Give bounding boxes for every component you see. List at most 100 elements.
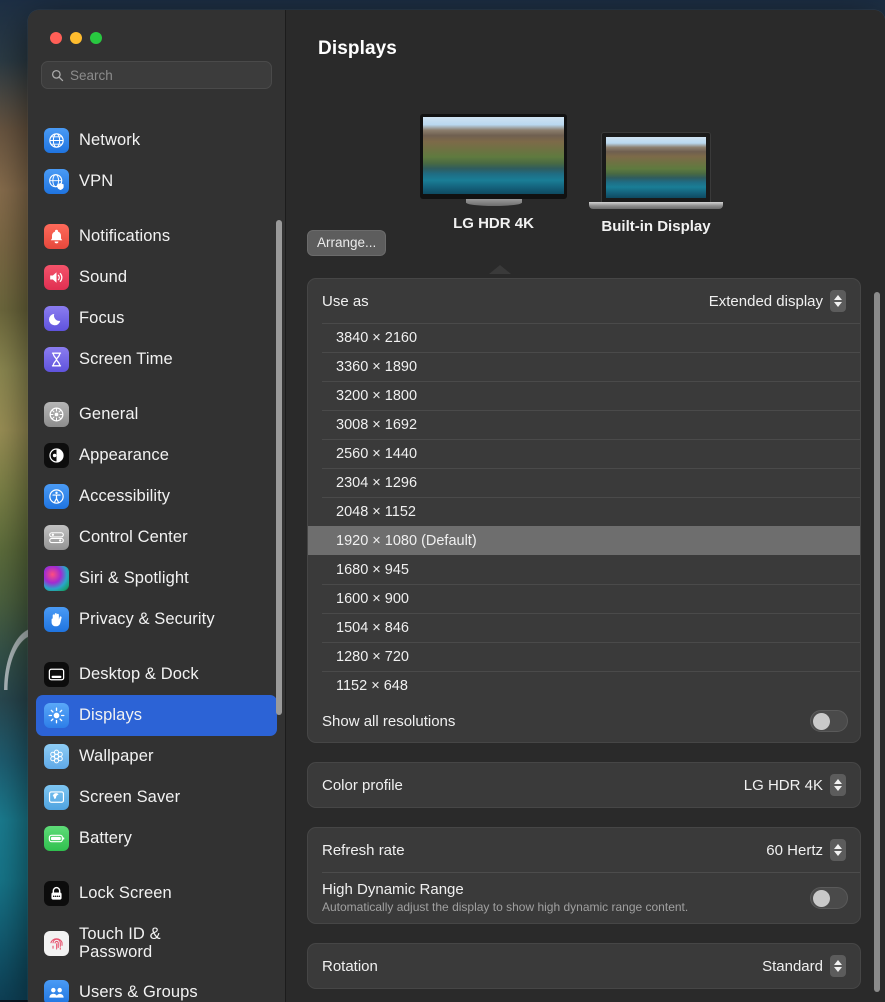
sidebar-item-appearance[interactable]: Appearance (36, 435, 277, 476)
resolution-option[interactable]: 1280 × 720 (308, 642, 860, 671)
sidebar-item-network[interactable]: Network (36, 120, 277, 161)
external-monitor-stand (466, 199, 522, 206)
color-profile-row[interactable]: Color profile LG HDR 4K (308, 763, 860, 807)
sidebar-item-label: Screen Time (79, 350, 173, 368)
settings-content-scroll[interactable]: Use as Extended display 3840 × 21603360 … (286, 278, 885, 1002)
display-picker: Arrange... LG HDR 4K Built-in Display (286, 110, 885, 270)
show-all-resolutions-toggle[interactable] (810, 710, 848, 732)
sliders-icon (44, 525, 69, 550)
hdr-label: High Dynamic Range (322, 881, 688, 898)
hdr-toggle[interactable] (810, 887, 848, 909)
lock-icon (44, 881, 69, 906)
sidebar-item-control-center[interactable]: Control Center (36, 517, 277, 558)
sidebar-item-lock-screen[interactable]: Lock Screen (36, 873, 277, 914)
resolution-option[interactable]: 2560 × 1440 (308, 439, 860, 468)
use-as-value-group[interactable]: Extended display (709, 290, 846, 312)
sidebar-item-touch-id-password[interactable]: Touch ID & Password (36, 914, 277, 972)
sidebar-item-displays[interactable]: Displays (36, 695, 277, 736)
sidebar-item-screen-saver[interactable]: Screen Saver (36, 777, 277, 818)
sidebar-item-label: Battery (79, 829, 132, 847)
resolution-option[interactable]: 3840 × 2160 (308, 323, 860, 352)
gear-icon (44, 402, 69, 427)
bell-icon (44, 224, 69, 249)
refresh-rate-value: 60 Hertz (766, 842, 823, 859)
sidebar-item-label: Notifications (79, 227, 170, 245)
sidebar-item-vpn[interactable]: VPN (36, 161, 277, 202)
speaker-icon (44, 265, 69, 290)
resolution-option[interactable]: 1504 × 846 (308, 613, 860, 642)
hand-icon (44, 607, 69, 632)
sidebar-item-users-groups[interactable]: Users & Groups (36, 972, 277, 1002)
color-profile-card: Color profile LG HDR 4K (307, 762, 861, 808)
desktop-dock-icon (44, 662, 69, 687)
resolution-option[interactable]: 3360 × 1890 (308, 352, 860, 381)
chevron-updown-icon[interactable] (830, 955, 846, 977)
color-profile-value-group[interactable]: LG HDR 4K (744, 774, 846, 796)
sidebar-item-label: Accessibility (79, 487, 170, 505)
search-box[interactable] (41, 61, 272, 89)
selected-display-caret-icon (489, 265, 511, 274)
sidebar-item-privacy-security[interactable]: Privacy & Security (36, 599, 277, 640)
hdr-row[interactable]: High Dynamic Range Automatically adjust … (308, 872, 860, 923)
use-as-row[interactable]: Use as Extended display (308, 279, 860, 323)
sidebar-item-battery[interactable]: Battery (36, 818, 277, 859)
resolution-option[interactable]: 1920 × 1080 (Default) (308, 526, 860, 555)
arrange-button[interactable]: Arrange... (307, 230, 386, 256)
display-thumbnail-external[interactable]: LG HDR 4K (411, 114, 576, 232)
rotation-label: Rotation (322, 958, 378, 975)
resolution-option[interactable]: 1680 × 945 (308, 555, 860, 584)
sidebar-item-accessibility[interactable]: Accessibility (36, 476, 277, 517)
sidebar-item-notifications[interactable]: Notifications (36, 216, 277, 257)
color-profile-label: Color profile (322, 777, 403, 794)
sidebar-item-siri-spotlight[interactable]: Siri & Spotlight (36, 558, 277, 599)
main-scrollbar-thumb[interactable] (874, 292, 880, 992)
resolution-option[interactable]: 1152 × 648 (308, 671, 860, 700)
sidebar-item-focus[interactable]: Focus (36, 298, 277, 339)
show-all-resolutions-row[interactable]: Show all resolutions (308, 700, 860, 742)
builtin-display-screen (606, 137, 706, 198)
users-icon (44, 980, 69, 1002)
battery-icon (44, 826, 69, 851)
sidebar-item-label: Displays (79, 706, 142, 724)
display-name-builtin: Built-in Display (576, 218, 736, 235)
rotation-value-group[interactable]: Standard (762, 955, 846, 977)
window-controls (28, 10, 285, 44)
display-thumbnail-builtin[interactable]: Built-in Display (576, 132, 736, 235)
color-profile-value: LG HDR 4K (744, 777, 823, 794)
search-input[interactable] (70, 68, 271, 83)
resolution-option[interactable]: 2304 × 1296 (308, 468, 860, 497)
refresh-hdr-card: Refresh rate 60 Hertz High Dynamic Range… (307, 827, 861, 924)
resolution-option[interactable]: 2048 × 1152 (308, 497, 860, 526)
chevron-updown-icon[interactable] (830, 774, 846, 796)
refresh-rate-value-group[interactable]: 60 Hertz (766, 839, 846, 861)
wallpaper-flower-icon (44, 744, 69, 769)
chevron-updown-icon[interactable] (830, 290, 846, 312)
zoom-button[interactable] (90, 32, 102, 44)
hdr-description: Automatically adjust the display to show… (322, 900, 688, 914)
refresh-rate-label: Refresh rate (322, 842, 405, 859)
sidebar-item-sound[interactable]: Sound (36, 257, 277, 298)
refresh-rate-row[interactable]: Refresh rate 60 Hertz (308, 828, 860, 872)
resolution-option[interactable]: 1600 × 900 (308, 584, 860, 613)
sidebar-item-screen-time[interactable]: Screen Time (36, 339, 277, 380)
rotation-row[interactable]: Rotation Standard (308, 944, 860, 988)
external-monitor-bezel (420, 114, 567, 199)
sidebar-item-label: Focus (79, 309, 124, 327)
resolution-option[interactable]: 3200 × 1800 (308, 381, 860, 410)
chevron-updown-icon[interactable] (830, 839, 846, 861)
siri-orb-icon (44, 566, 69, 591)
sidebar-item-general[interactable]: General (36, 394, 277, 435)
resolution-list[interactable]: 3840 × 21603360 × 18903200 × 18003008 × … (308, 323, 860, 700)
close-button[interactable] (50, 32, 62, 44)
sidebar-group-2: GeneralAppearance Accessibility Control Ce… (36, 394, 277, 654)
resolution-option[interactable]: 3008 × 1692 (308, 410, 860, 439)
builtin-display-base (589, 202, 723, 209)
use-as-value: Extended display (709, 293, 823, 310)
minimize-button[interactable] (70, 32, 82, 44)
sidebar-scroll-area[interactable]: NetworkVPN Notifications Sound Focus Screen … (28, 108, 285, 1002)
sidebar-item-wallpaper[interactable]: Wallpaper (36, 736, 277, 777)
brightness-icon (44, 703, 69, 728)
rotation-card: Rotation Standard (307, 943, 861, 989)
sidebar-item-desktop-dock[interactable]: Desktop & Dock (36, 654, 277, 695)
sidebar-scrollbar-thumb[interactable] (276, 220, 282, 715)
